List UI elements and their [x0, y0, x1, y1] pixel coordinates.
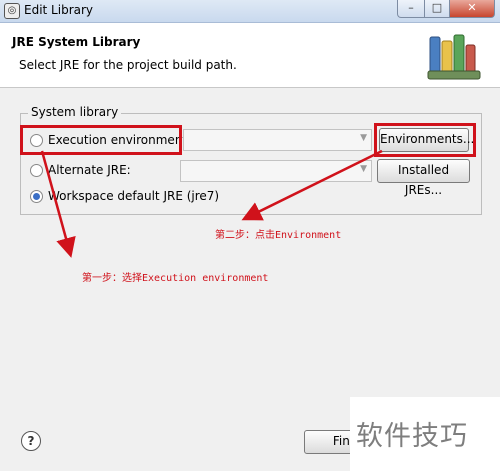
- watermark-text: 软件技巧: [356, 421, 468, 452]
- step1-annotation: 第一步：选择Execution environment: [82, 273, 269, 284]
- step1-arrow: [40, 150, 76, 258]
- step2-arrow: [241, 149, 383, 221]
- help-icon[interactable]: ?: [21, 431, 41, 451]
- step2-annotation: 第二步：点击Environment: [215, 230, 342, 241]
